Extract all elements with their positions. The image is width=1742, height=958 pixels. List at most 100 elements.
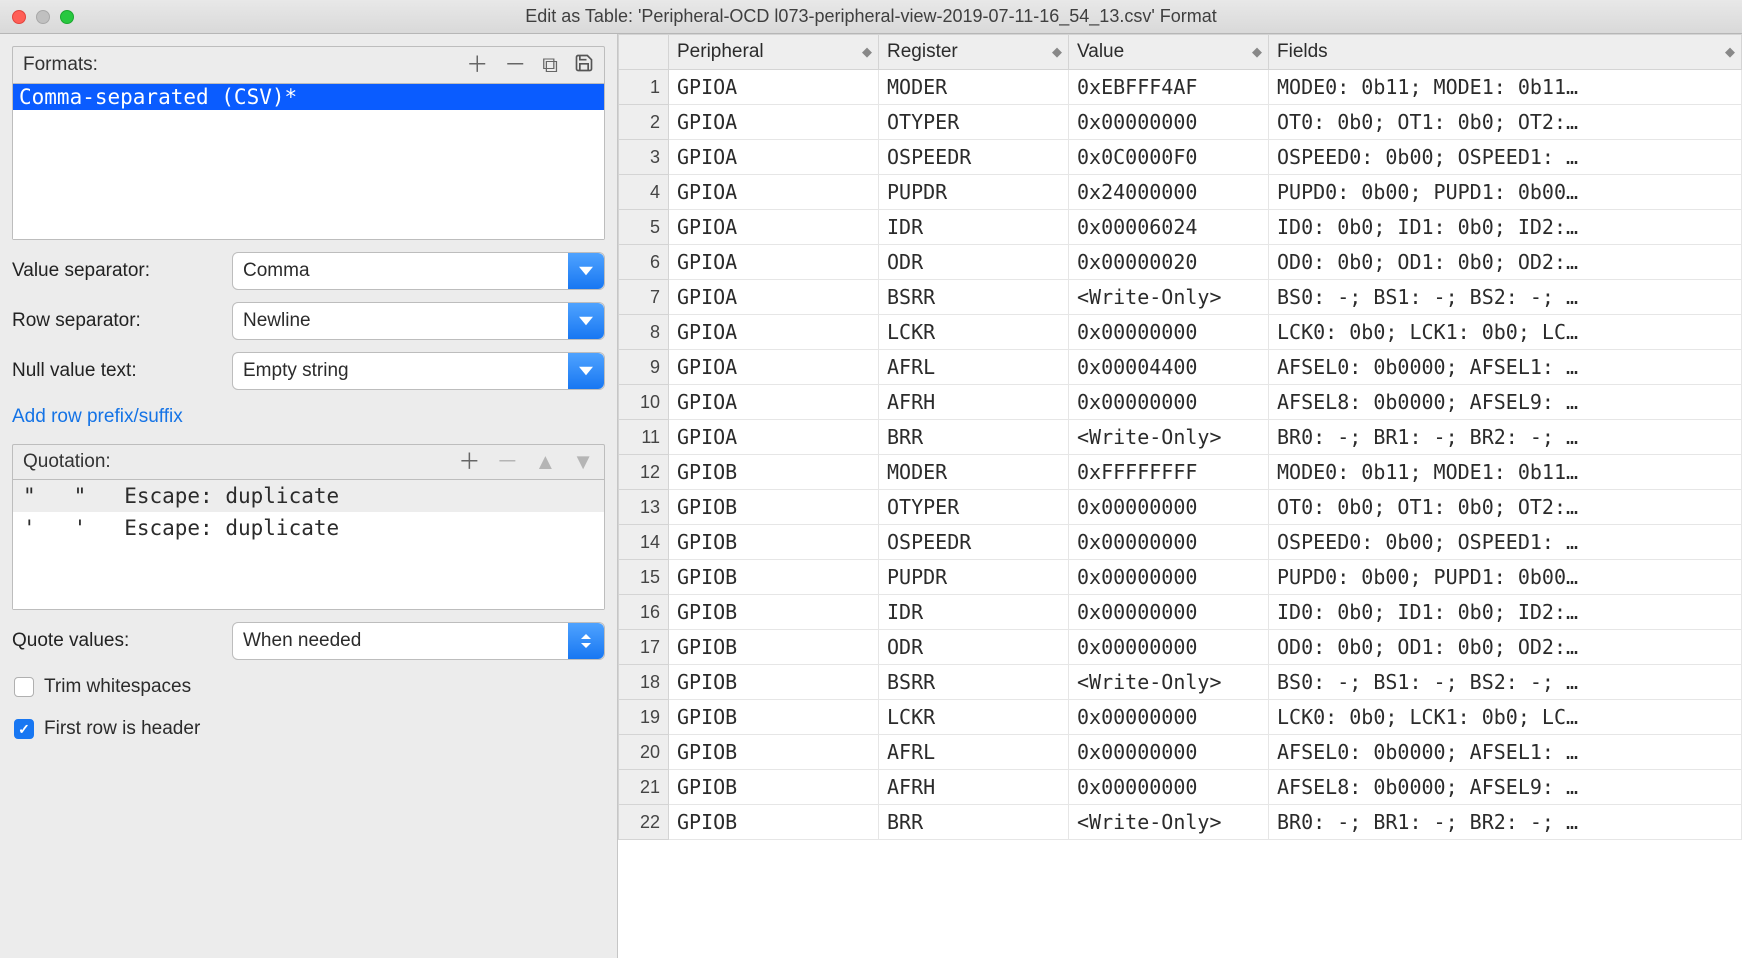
- row-number[interactable]: 7: [619, 280, 669, 315]
- cell-p[interactable]: GPIOB: [669, 525, 879, 560]
- cell-r[interactable]: OSPEEDR: [879, 525, 1069, 560]
- table-row[interactable]: 18GPIOBBSRR<Write-Only>BS0: -; BS1: -; B…: [619, 665, 1742, 700]
- cell-p[interactable]: GPIOB: [669, 735, 879, 770]
- cell-v[interactable]: 0x00000000: [1069, 735, 1269, 770]
- table-row[interactable]: 5GPIOAIDR0x00006024ID0: 0b0; ID1: 0b0; I…: [619, 210, 1742, 245]
- row-number[interactable]: 6: [619, 245, 669, 280]
- column-header-value[interactable]: Value◆: [1069, 35, 1269, 70]
- table-row[interactable]: 22GPIOBBRR<Write-Only>BR0: -; BR1: -; BR…: [619, 805, 1742, 840]
- cell-p[interactable]: GPIOA: [669, 245, 879, 280]
- null-value-dropdown[interactable]: Empty string: [232, 352, 605, 390]
- cell-v[interactable]: <Write-Only>: [1069, 420, 1269, 455]
- quotation-list[interactable]: " " Escape: duplicate ' ' Escape: duplic…: [13, 479, 604, 609]
- cell-f[interactable]: OT0: 0b0; OT1: 0b0; OT2:…: [1269, 105, 1742, 140]
- cell-f[interactable]: BS0: -; BS1: -; BS2: -; …: [1269, 665, 1742, 700]
- row-number[interactable]: 19: [619, 700, 669, 735]
- cell-f[interactable]: AFSEL8: 0b0000; AFSEL9: …: [1269, 770, 1742, 805]
- cell-p[interactable]: GPIOA: [669, 420, 879, 455]
- table-row[interactable]: 9GPIOAAFRL0x00004400AFSEL0: 0b0000; AFSE…: [619, 350, 1742, 385]
- cell-r[interactable]: AFRL: [879, 350, 1069, 385]
- row-number[interactable]: 4: [619, 175, 669, 210]
- row-number[interactable]: 2: [619, 105, 669, 140]
- add-format-icon[interactable]: ＋: [466, 54, 488, 76]
- cell-p[interactable]: GPIOA: [669, 350, 879, 385]
- cell-f[interactable]: AFSEL0: 0b0000; AFSEL1: …: [1269, 735, 1742, 770]
- remove-format-icon[interactable]: －: [504, 54, 526, 76]
- cell-r[interactable]: ODR: [879, 630, 1069, 665]
- cell-v[interactable]: 0x00000000: [1069, 490, 1269, 525]
- cell-r[interactable]: BRR: [879, 420, 1069, 455]
- cell-f[interactable]: OSPEED0: 0b00; OSPEED1: …: [1269, 525, 1742, 560]
- quotation-row[interactable]: ' ' Escape: duplicate: [13, 512, 604, 544]
- cell-f[interactable]: AFSEL0: 0b0000; AFSEL1: …: [1269, 350, 1742, 385]
- cell-p[interactable]: GPIOB: [669, 630, 879, 665]
- move-up-icon[interactable]: ▲: [534, 451, 556, 473]
- column-header-fields[interactable]: Fields◆: [1269, 35, 1742, 70]
- cell-v[interactable]: 0x00000000: [1069, 525, 1269, 560]
- cell-f[interactable]: MODE0: 0b11; MODE1: 0b11…: [1269, 70, 1742, 105]
- cell-v[interactable]: <Write-Only>: [1069, 665, 1269, 700]
- cell-v[interactable]: <Write-Only>: [1069, 805, 1269, 840]
- remove-quotation-icon[interactable]: －: [496, 451, 518, 473]
- cell-p[interactable]: GPIOA: [669, 70, 879, 105]
- cell-p[interactable]: GPIOA: [669, 280, 879, 315]
- move-down-icon[interactable]: ▼: [572, 451, 594, 473]
- row-number[interactable]: 14: [619, 525, 669, 560]
- trim-whitespaces-checkbox[interactable]: [14, 677, 34, 697]
- cell-r[interactable]: IDR: [879, 595, 1069, 630]
- cell-r[interactable]: AFRH: [879, 385, 1069, 420]
- cell-v[interactable]: 0x00000000: [1069, 560, 1269, 595]
- row-separator-dropdown[interactable]: Newline: [232, 302, 605, 340]
- row-number[interactable]: 20: [619, 735, 669, 770]
- cell-r[interactable]: PUPDR: [879, 175, 1069, 210]
- cell-f[interactable]: AFSEL8: 0b0000; AFSEL9: …: [1269, 385, 1742, 420]
- cell-v[interactable]: 0x00000000: [1069, 770, 1269, 805]
- updown-icon[interactable]: [568, 623, 604, 659]
- sort-icon[interactable]: ◆: [862, 44, 870, 60]
- cell-f[interactable]: ID0: 0b0; ID1: 0b0; ID2:…: [1269, 595, 1742, 630]
- cell-v[interactable]: 0x00000000: [1069, 630, 1269, 665]
- cell-v[interactable]: 0xFFFFFFFF: [1069, 455, 1269, 490]
- cell-r[interactable]: AFRH: [879, 770, 1069, 805]
- cell-v[interactable]: 0x24000000: [1069, 175, 1269, 210]
- cell-p[interactable]: GPIOB: [669, 455, 879, 490]
- cell-v[interactable]: 0x00000000: [1069, 385, 1269, 420]
- cell-f[interactable]: ID0: 0b0; ID1: 0b0; ID2:…: [1269, 210, 1742, 245]
- formats-list[interactable]: Comma-separated (CSV)*: [13, 83, 604, 239]
- sort-icon[interactable]: ◆: [1252, 44, 1260, 60]
- cell-p[interactable]: GPIOB: [669, 700, 879, 735]
- add-row-prefix-suffix-link[interactable]: Add row prefix/suffix: [12, 402, 605, 432]
- row-number[interactable]: 17: [619, 630, 669, 665]
- row-number[interactable]: 10: [619, 385, 669, 420]
- table-row[interactable]: 21GPIOBAFRH0x00000000AFSEL8: 0b0000; AFS…: [619, 770, 1742, 805]
- cell-r[interactable]: MODER: [879, 70, 1069, 105]
- quote-values-dropdown[interactable]: When needed: [232, 622, 605, 660]
- column-header-peripheral[interactable]: Peripheral◆: [669, 35, 879, 70]
- table-row[interactable]: 7GPIOABSRR<Write-Only>BS0: -; BS1: -; BS…: [619, 280, 1742, 315]
- table-row[interactable]: 13GPIOBOTYPER0x00000000OT0: 0b0; OT1: 0b…: [619, 490, 1742, 525]
- row-number[interactable]: 15: [619, 560, 669, 595]
- row-number[interactable]: 22: [619, 805, 669, 840]
- chevron-down-icon[interactable]: [568, 303, 604, 339]
- sort-icon[interactable]: ◆: [1052, 44, 1060, 60]
- cell-v[interactable]: 0x00004400: [1069, 350, 1269, 385]
- row-number[interactable]: 8: [619, 315, 669, 350]
- cell-p[interactable]: GPIOA: [669, 210, 879, 245]
- row-number[interactable]: 16: [619, 595, 669, 630]
- row-number[interactable]: 12: [619, 455, 669, 490]
- column-header-register[interactable]: Register◆: [879, 35, 1069, 70]
- row-number[interactable]: 18: [619, 665, 669, 700]
- row-number[interactable]: 1: [619, 70, 669, 105]
- chevron-down-icon[interactable]: [568, 353, 604, 389]
- cell-p[interactable]: GPIOA: [669, 175, 879, 210]
- cell-p[interactable]: GPIOA: [669, 385, 879, 420]
- cell-f[interactable]: LCK0: 0b0; LCK1: 0b0; LC…: [1269, 315, 1742, 350]
- cell-v[interactable]: <Write-Only>: [1069, 280, 1269, 315]
- cell-r[interactable]: OTYPER: [879, 105, 1069, 140]
- cell-r[interactable]: MODER: [879, 455, 1069, 490]
- cell-r[interactable]: PUPDR: [879, 560, 1069, 595]
- cell-p[interactable]: GPIOB: [669, 805, 879, 840]
- cell-f[interactable]: MODE0: 0b11; MODE1: 0b11…: [1269, 455, 1742, 490]
- row-number[interactable]: 5: [619, 210, 669, 245]
- table-row[interactable]: 20GPIOBAFRL0x00000000AFSEL0: 0b0000; AFS…: [619, 735, 1742, 770]
